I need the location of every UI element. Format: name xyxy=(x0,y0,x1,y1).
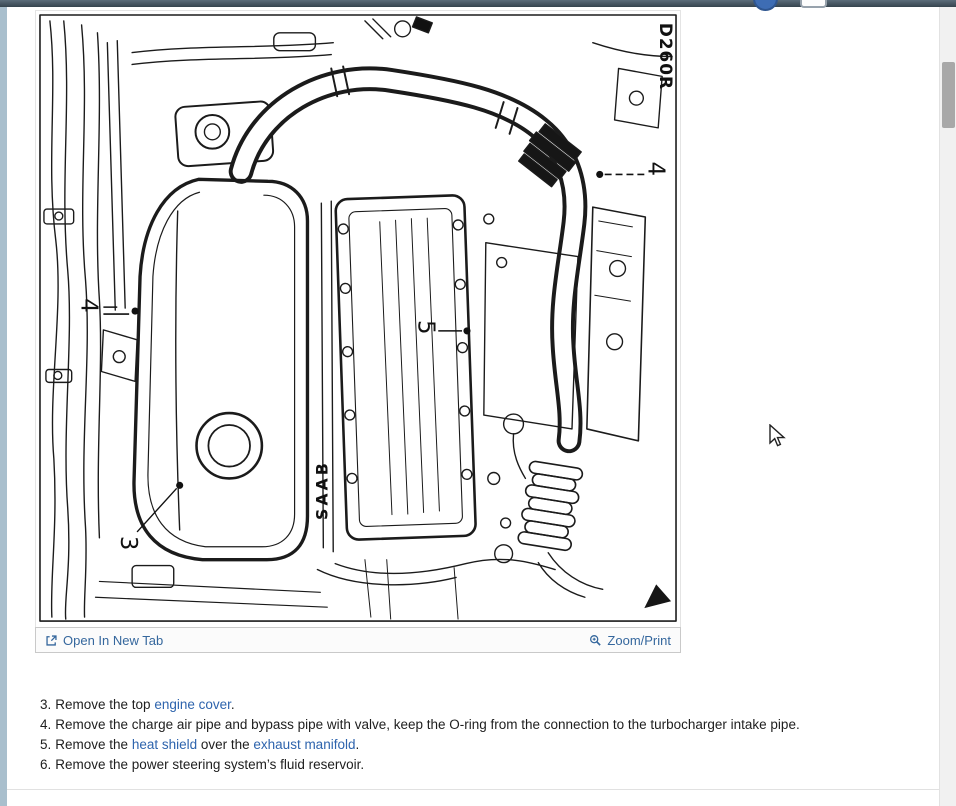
step-text: . xyxy=(231,697,235,712)
step-number: 5. xyxy=(40,737,51,752)
mouse-cursor xyxy=(769,424,787,450)
zoom-print-label: Zoom/Print xyxy=(607,633,671,648)
zoom-icon xyxy=(589,634,602,647)
step-text: . xyxy=(355,737,359,752)
instruction-step-3: 3. Remove the top engine cover. xyxy=(40,695,800,715)
svg-text:3: 3 xyxy=(115,536,141,550)
svg-text:4: 4 xyxy=(76,298,102,312)
valve-cover xyxy=(335,195,476,540)
step-number: 3. xyxy=(40,697,51,712)
svg-text:4: 4 xyxy=(642,162,668,176)
instruction-step-4: 4. Remove the charge air pipe and bypass … xyxy=(40,715,800,735)
instruction-step-6: 6. Remove the power steering system’s flu… xyxy=(40,755,800,775)
page: SAAB xyxy=(0,0,956,806)
engine-cover-link[interactable]: engine cover xyxy=(154,697,231,712)
brand-text: SAAB xyxy=(312,460,331,520)
drawing-frame xyxy=(40,15,676,621)
step-text: over the xyxy=(197,737,253,752)
diagram-code: D260R xyxy=(656,23,676,90)
step-text: Remove the xyxy=(55,737,132,752)
step-number: 6. xyxy=(40,757,51,772)
section-divider xyxy=(7,789,939,790)
intake-bellows xyxy=(517,461,583,552)
exhaust-manifold-link[interactable]: exhaust manifold xyxy=(253,737,355,752)
left-panel-edge xyxy=(0,7,7,806)
diagram-figure: SAAB xyxy=(35,10,681,653)
step-text: Remove the charge air pipe and bypass pi… xyxy=(55,717,799,732)
open-in-new-tab-icon xyxy=(45,634,58,647)
corner-mark xyxy=(644,584,671,608)
open-in-new-tab-link[interactable]: Open In New Tab xyxy=(45,633,163,648)
figure-toolbar: Open In New Tab Zoom/Print xyxy=(35,627,681,653)
engine-diagram[interactable]: SAAB xyxy=(35,10,681,628)
step-text: Remove the top xyxy=(55,697,154,712)
svg-text:5: 5 xyxy=(412,320,438,334)
partial-print-icon[interactable] xyxy=(800,0,827,8)
callout-5: 5 xyxy=(412,320,470,334)
engine-bay-line-art: SAAB xyxy=(38,13,678,625)
callout-4-left: 4 xyxy=(76,298,139,314)
callouts: 4 3 5 4 xyxy=(76,23,677,550)
callout-4-right: 4 xyxy=(596,162,668,178)
zoom-print-link[interactable]: Zoom/Print xyxy=(589,633,671,648)
step-number: 4. xyxy=(40,717,51,732)
open-in-new-tab-label: Open In New Tab xyxy=(63,633,163,648)
scrollbar-thumb[interactable] xyxy=(942,62,955,128)
heat-shield-link[interactable]: heat shield xyxy=(132,737,197,752)
partial-blue-circle-icon[interactable] xyxy=(753,0,778,11)
step-text: Remove the power steering system’s fluid… xyxy=(55,757,364,772)
instruction-steps: 3. Remove the top engine cover. 4. Remove … xyxy=(40,695,800,775)
instruction-step-5: 5. Remove the heat shield over the exhaus… xyxy=(40,735,800,755)
vertical-scrollbar[interactable] xyxy=(939,7,956,806)
charge-air-pipe xyxy=(241,79,575,441)
engine-cover-outline xyxy=(134,179,307,559)
